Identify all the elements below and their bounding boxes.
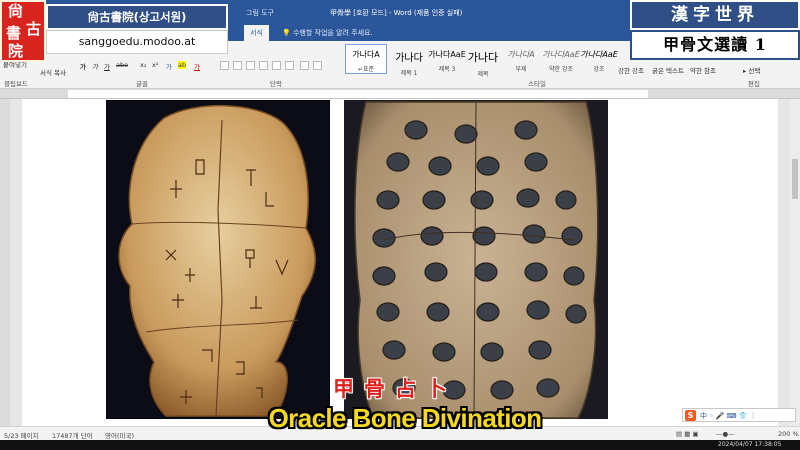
page-count[interactable]: 5/23 페이지 (4, 430, 39, 440)
align-left-icon[interactable] (220, 61, 229, 70)
channel-url: sanggoedu.modoo.at (46, 30, 228, 54)
subscript-icon[interactable]: x₂ (140, 61, 146, 69)
style-sample: 가나다 (395, 53, 423, 64)
style-sample: 가나다A (352, 50, 380, 59)
style-emphasis[interactable]: 가나다AaE 강조 (578, 44, 620, 74)
series-title: 漢字世界 (630, 0, 800, 30)
text-effects-icon[interactable]: 가 (166, 61, 172, 71)
shading-icon[interactable] (300, 61, 309, 70)
italic-icon[interactable]: 가 (92, 61, 98, 71)
seal-char: 書 (6, 24, 22, 42)
style-title[interactable]: 가나다제목 (462, 44, 504, 78)
scrollbar-thumb[interactable] (792, 159, 798, 199)
distribute-icon[interactable] (272, 61, 281, 70)
underline-icon[interactable]: 가 (104, 61, 110, 71)
style-intense-emphasis[interactable]: 강한 강조 (618, 65, 644, 75)
style-name: 제목 (477, 71, 489, 78)
contextual-tab-label: 그림 도구 (246, 9, 274, 17)
font-group-label: 글꼴 (136, 80, 148, 88)
ruler-page-area (68, 90, 648, 98)
subtitle-chinese: 甲骨占卜 (333, 376, 457, 401)
style-name: 부제 (515, 66, 527, 73)
zoom-slider[interactable]: —●— (716, 430, 735, 438)
channel-name: 尙古書院(상고서원) (46, 4, 228, 30)
styles-group-label: 스타일 (528, 80, 546, 88)
tab-format[interactable]: 서식 (244, 25, 269, 41)
horizontal-ruler[interactable] (0, 89, 800, 99)
tell-me-placeholder: 수행할 작업을 알려 주세요. (292, 29, 373, 37)
seal-char: 院 (8, 42, 24, 60)
taskbar-strip: 2024/04/07 17:38:05 (0, 440, 800, 450)
style-sample: 가나다AaE (580, 50, 618, 59)
style-subtle-reference[interactable]: 약한 참조 (690, 65, 716, 75)
document-title: 甲骨學 [호환 모드] - Word (제품 인증 실패) (330, 9, 463, 17)
channel-info-box: 尙古書院(상고서원) sanggoedu.modoo.at (46, 4, 228, 54)
style-heading-1[interactable]: 가나다제목 1 (388, 44, 430, 77)
paragraph-group-label: 단락 (270, 80, 282, 88)
style-sample: 가나다AaE (542, 50, 580, 59)
style-name: 제목 3 (438, 66, 456, 73)
vertical-scrollbar[interactable] (790, 99, 800, 426)
oracle-bone-drilled-shell-image[interactable] (344, 100, 608, 419)
bold-icon[interactable]: 가 (80, 61, 86, 71)
seal-char: 尙 (8, 2, 24, 20)
select-label: 선택 (748, 67, 761, 75)
clipboard-group-label: 클립보드 (4, 80, 28, 88)
style-subtitle[interactable]: 가나다A 부제 (500, 44, 542, 74)
style-sample: 가나다 (467, 51, 499, 64)
channel-logo-seal: 尙 古 書 院 (0, 0, 46, 62)
borders-icon[interactable] (313, 61, 322, 70)
strikethrough-icon[interactable]: abe (116, 61, 128, 69)
word-count[interactable]: 17487개 단어 (52, 430, 93, 440)
series-title-box: 漢字世界 甲骨文選讀 1 (630, 0, 800, 60)
subtitle-english: Oracle Bone Divination (268, 403, 542, 433)
superscript-icon[interactable]: x² (152, 61, 158, 69)
style-name: 강조 (593, 66, 605, 73)
vertical-ruler[interactable] (0, 99, 10, 426)
timestamp: 2024/04/07 17:38:05 (718, 441, 782, 448)
drilled-shell-drawing (354, 101, 599, 419)
style-sample: 가나다A (507, 50, 535, 59)
series-episode: 甲骨文選讀 1 (630, 30, 800, 60)
style-name: 약한 강조 (549, 66, 573, 73)
sogou-ime-icon[interactable]: S (685, 410, 696, 421)
tell-me-box[interactable]: 💡 수행할 작업을 알려 주세요. (282, 28, 373, 38)
ime-toolbar[interactable]: S 中 ◦ 🎤 ⌨ 👕 ⋮ (682, 408, 796, 422)
style-strong[interactable]: 굵은 텍스트 (652, 65, 684, 75)
format-painter-button[interactable]: 서식 복사 (40, 67, 66, 77)
justify-icon[interactable] (259, 61, 268, 70)
style-sample: 가나다AaE (428, 50, 466, 59)
style-normal[interactable]: 가나다A ↵표준 (345, 44, 387, 74)
font-color-icon[interactable]: 가 (194, 61, 200, 71)
align-right-icon[interactable] (246, 61, 255, 70)
seal-char: 古 (26, 20, 42, 38)
read-mode-icon[interactable]: ▤ ▦ ▣ (676, 430, 699, 438)
style-subtle-emphasis[interactable]: 가나다AaE 약한 강조 (540, 44, 582, 74)
language-indicator[interactable]: 영어(미국) (105, 430, 134, 440)
oracle-bone-plastron-image[interactable] (106, 100, 330, 419)
style-name: ↵표준 (357, 66, 375, 73)
highlight-icon[interactable]: ab (178, 61, 187, 69)
zoom-level[interactable]: 200 % (778, 430, 799, 438)
plastron-drawing (106, 100, 330, 419)
editing-group-label: 편집 (748, 80, 760, 88)
line-spacing-icon[interactable] (285, 61, 294, 70)
style-name: 제목 1 (400, 70, 418, 77)
align-center-icon[interactable] (233, 61, 242, 70)
ime-mode-icons[interactable]: 中 ◦ 🎤 ⌨ 👕 ⋮ (700, 411, 757, 421)
select-button[interactable]: ▸ 선택 (743, 65, 760, 75)
